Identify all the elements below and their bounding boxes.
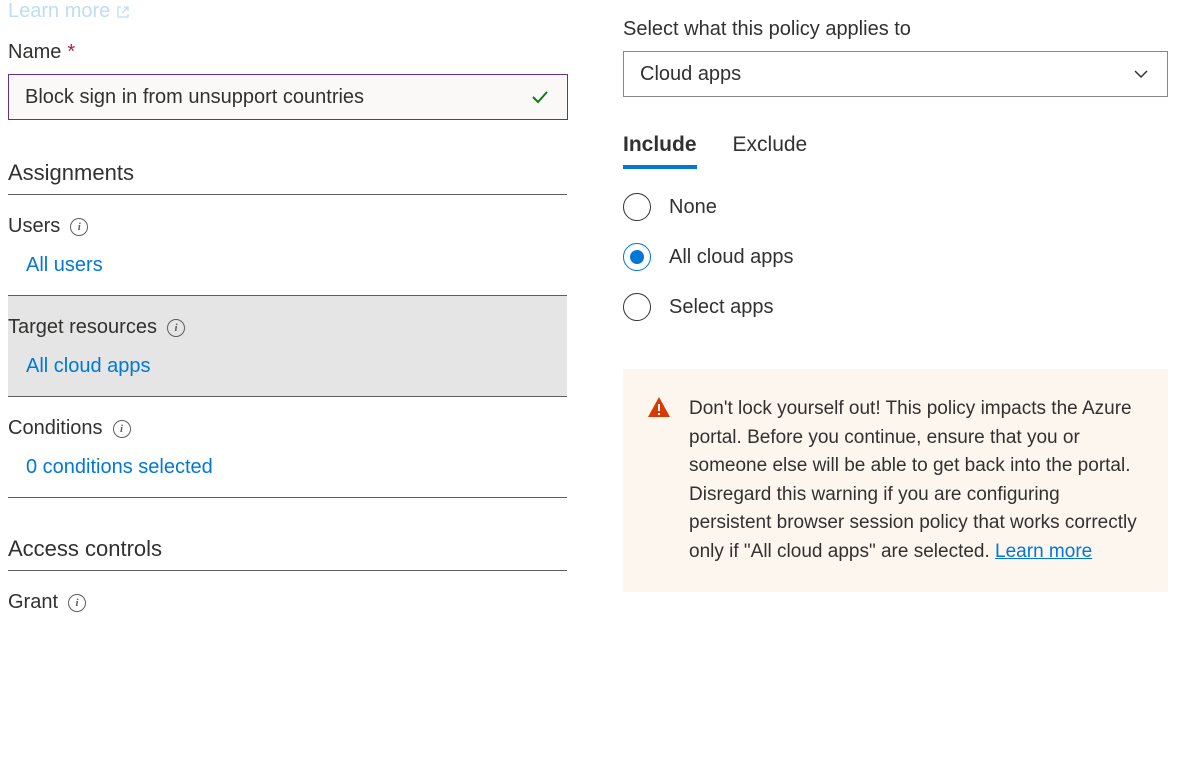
warning-text: Don't lock yourself out! This policy imp… xyxy=(689,395,1140,566)
info-icon[interactable]: i xyxy=(113,420,131,438)
tab-include[interactable]: Include xyxy=(623,133,697,169)
warning-banner: Don't lock yourself out! This policy imp… xyxy=(623,369,1168,592)
policy-name-input[interactable]: Block sign in from unsupport countries xyxy=(8,74,568,120)
include-exclude-tabs: Include Exclude xyxy=(623,133,1183,169)
policy-name-value: Block sign in from unsupport countries xyxy=(25,86,364,109)
select-policy-applies-label: Select what this policy applies to xyxy=(623,18,1183,41)
chevron-down-icon xyxy=(1131,64,1151,84)
users-link[interactable]: All users xyxy=(8,238,567,295)
conditions-block[interactable]: Conditions i 0 conditions selected xyxy=(8,397,567,498)
info-icon[interactable]: i xyxy=(68,594,86,612)
external-link-icon xyxy=(116,5,130,19)
conditions-link[interactable]: 0 conditions selected xyxy=(8,440,567,497)
grant-row[interactable]: Grant i xyxy=(8,571,567,614)
check-icon xyxy=(529,86,551,108)
radio-label: Select apps xyxy=(669,296,774,319)
radio-icon xyxy=(623,193,651,221)
warning-p2: Disregard this warning if you are config… xyxy=(689,481,1140,567)
target-resources-link[interactable]: All cloud apps xyxy=(8,339,567,396)
dropdown-value: Cloud apps xyxy=(640,63,741,86)
radio-label: None xyxy=(669,196,717,219)
radio-select-apps[interactable]: Select apps xyxy=(623,293,1183,321)
grant-label: Grant xyxy=(8,591,58,614)
learn-more-text: Learn more xyxy=(8,0,110,23)
radio-all-cloud-apps[interactable]: All cloud apps xyxy=(623,243,1183,271)
target-resources-label: Target resources xyxy=(8,316,157,339)
info-icon[interactable]: i xyxy=(70,218,88,236)
radio-icon xyxy=(623,293,651,321)
learn-more-link-top[interactable]: Learn more xyxy=(8,0,567,23)
assignments-heading: Assignments xyxy=(8,160,567,195)
access-controls-heading: Access controls xyxy=(8,536,567,571)
warning-p1: Don't lock yourself out! This policy imp… xyxy=(689,395,1140,481)
radio-label: All cloud apps xyxy=(669,246,794,269)
radio-icon xyxy=(623,243,651,271)
required-asterisk: * xyxy=(67,41,75,64)
users-label: Users xyxy=(8,215,60,238)
radio-none[interactable]: None xyxy=(623,193,1183,221)
cloud-apps-dropdown[interactable]: Cloud apps xyxy=(623,51,1168,97)
target-resources-block[interactable]: Target resources i All cloud apps xyxy=(8,296,567,397)
name-label: Name * xyxy=(8,41,567,64)
include-radio-group: None All cloud apps Select apps xyxy=(623,193,1183,321)
info-icon[interactable]: i xyxy=(167,319,185,337)
warning-learn-more-link[interactable]: Learn more xyxy=(995,541,1092,562)
users-block[interactable]: Users i All users xyxy=(8,195,567,296)
conditions-label: Conditions xyxy=(8,417,103,440)
warning-icon xyxy=(647,395,671,566)
tab-exclude[interactable]: Exclude xyxy=(733,133,808,169)
